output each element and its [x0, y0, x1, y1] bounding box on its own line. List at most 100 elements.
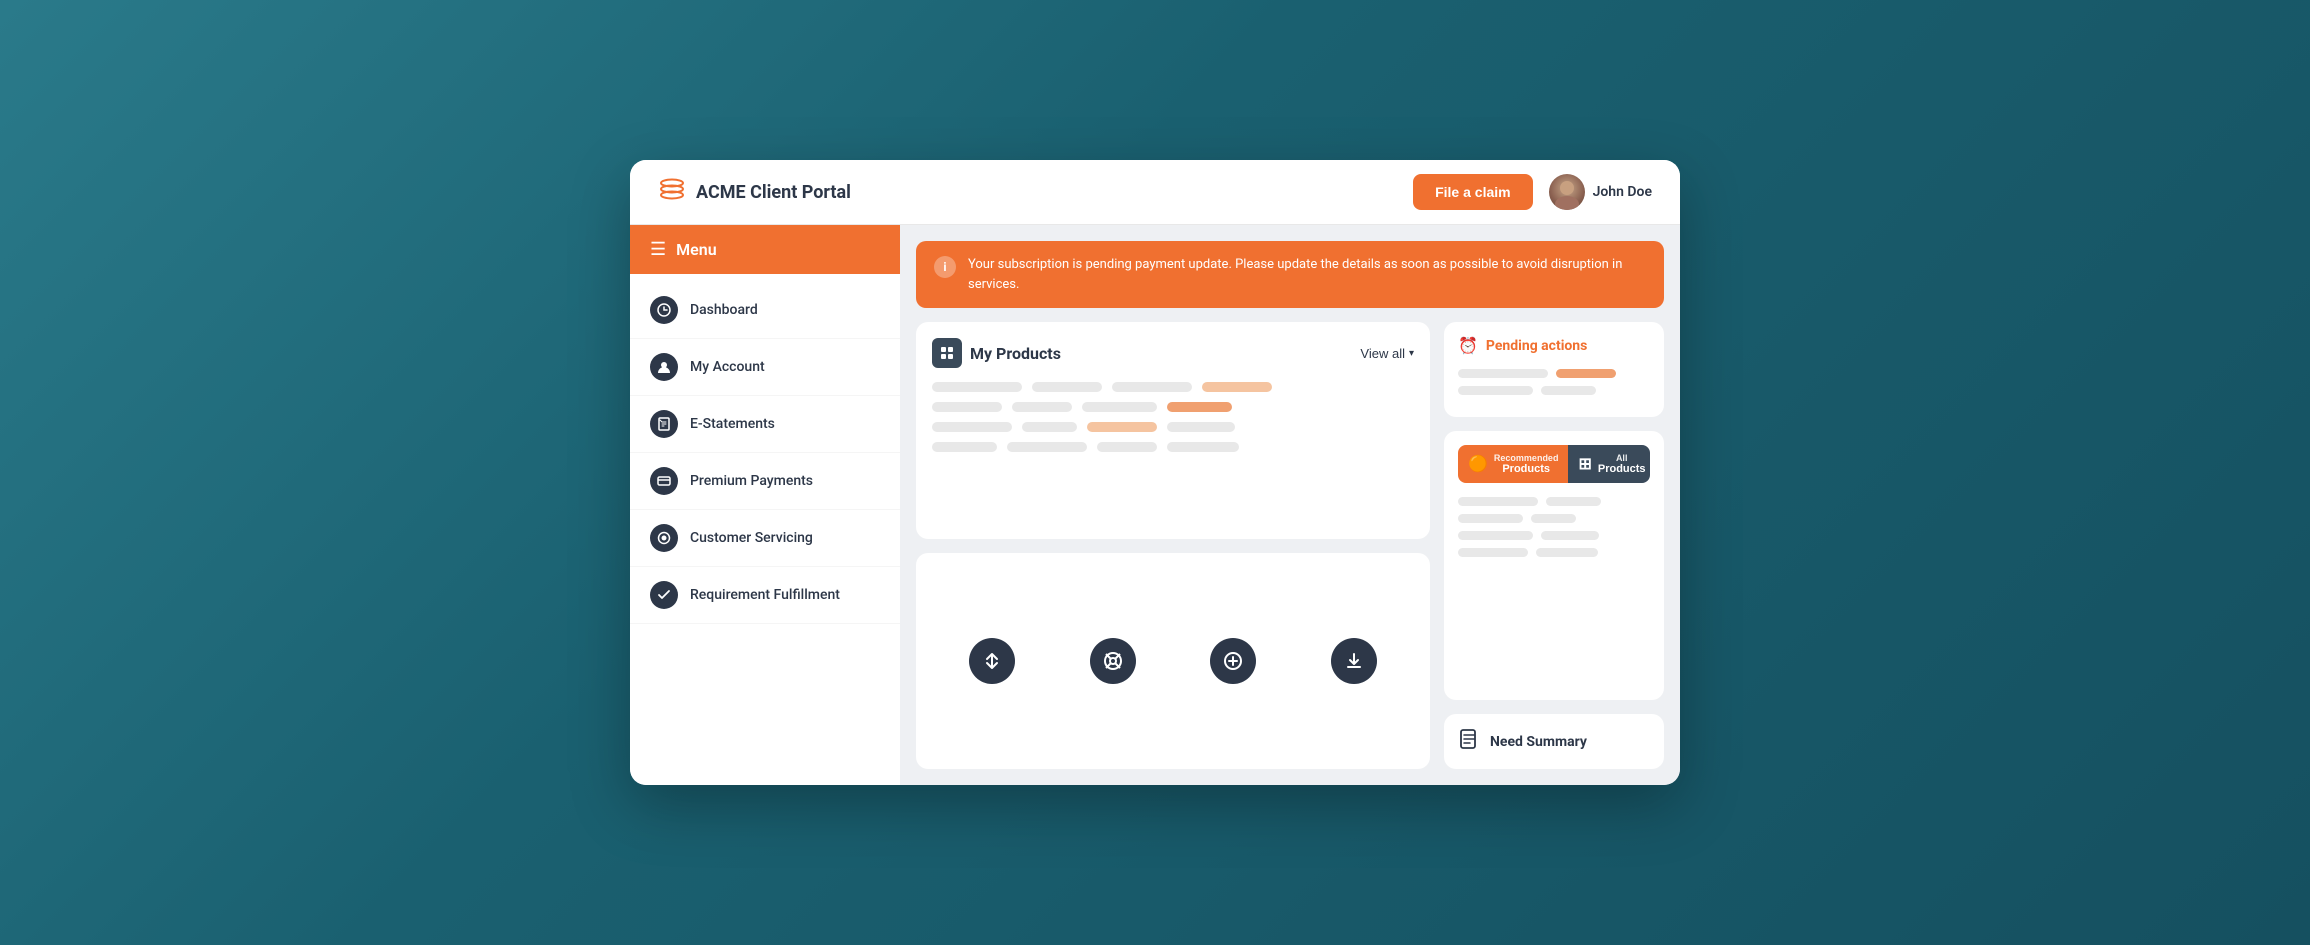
- skeleton-bar: [1546, 497, 1601, 506]
- skeleton-bar: [1458, 514, 1523, 523]
- header: ACME Client Portal File a claim John Doe: [630, 160, 1680, 225]
- action-icons-card: [916, 553, 1430, 770]
- my-products-title: My Products: [970, 344, 1061, 363]
- sidebar-item-premium-payments[interactable]: Premium Payments: [630, 453, 900, 510]
- skeleton-bar: [1458, 548, 1528, 557]
- app-container: ACME Client Portal File a claim John Doe: [630, 160, 1680, 785]
- sidebar-item-e-statements[interactable]: E-Statements: [630, 396, 900, 453]
- pending-actions-title: Pending actions: [1486, 338, 1587, 354]
- skeleton-bar: [1167, 422, 1235, 432]
- sidebar-item-dashboard[interactable]: Dashboard: [630, 282, 900, 339]
- clock-icon: ⏰: [1458, 336, 1478, 355]
- user-name: John Doe: [1593, 184, 1652, 200]
- header-right: File a claim John Doe: [1413, 174, 1652, 210]
- all-products-tab-icon: ⊞: [1578, 454, 1591, 474]
- two-col-row: My Products View all ▾: [916, 322, 1664, 769]
- pending-row-2: [1458, 386, 1650, 395]
- prod-row-2: [1458, 514, 1650, 523]
- sidebar-menu-header[interactable]: ☰ Menu: [630, 225, 900, 274]
- skeleton-bar: [932, 442, 997, 452]
- sidebar-item-label: My Account: [690, 359, 765, 375]
- content-area: i Your subscription is pending payment u…: [900, 225, 1680, 785]
- my-products-header: My Products View all ▾: [932, 338, 1414, 368]
- products-skeletons: [1458, 497, 1650, 557]
- skeleton-bar: [1541, 386, 1596, 395]
- chevron-icon: ▾: [1409, 348, 1414, 359]
- recommended-tab-labels: Recommended Products: [1494, 453, 1559, 475]
- dashboard-icon: [650, 296, 678, 324]
- sidebar-item-label: Dashboard: [690, 302, 758, 318]
- skeleton-bar: [1458, 386, 1533, 395]
- header-left: ACME Client Portal: [658, 175, 851, 209]
- all-products-tab-labels: All Products: [1598, 453, 1646, 475]
- sidebar: ☰ Menu Dashboard: [630, 225, 900, 785]
- skeleton-bar: [932, 422, 1012, 432]
- need-summary-icon: [1458, 728, 1480, 755]
- view-all-button[interactable]: View all ▾: [1360, 346, 1414, 361]
- support-button[interactable]: [1090, 638, 1136, 684]
- download-button[interactable]: [1331, 638, 1377, 684]
- all-products-tab[interactable]: ⊞ All Products: [1568, 445, 1650, 483]
- alert-icon: i: [934, 256, 956, 278]
- products-icon: [932, 338, 962, 368]
- need-summary-card: Need Summary: [1444, 714, 1664, 769]
- skeleton-row-3: [932, 422, 1414, 432]
- recommended-tab-icon: 🟠: [1468, 454, 1488, 474]
- premium-payments-icon: [650, 467, 678, 495]
- skeleton-bar: [1087, 422, 1157, 432]
- skeleton-bar: [932, 382, 1022, 392]
- sidebar-item-requirement-fulfillment[interactable]: Requirement Fulfillment: [630, 567, 900, 624]
- sidebar-item-label: Premium Payments: [690, 473, 813, 489]
- products-tabs: 🟠 Recommended Products ⊞ All P: [1458, 445, 1650, 483]
- sidebar-item-my-account[interactable]: My Account: [630, 339, 900, 396]
- skeleton-row-4: [932, 442, 1414, 452]
- sidebar-nav: Dashboard My Account: [630, 274, 900, 632]
- pending-actions-header: ⏰ Pending actions: [1458, 336, 1650, 355]
- pending-row-1: [1458, 369, 1650, 378]
- skeleton-bar: [1112, 382, 1192, 392]
- skeleton-bar: [932, 402, 1002, 412]
- header-title: ACME Client Portal: [696, 182, 851, 203]
- sidebar-item-label: Customer Servicing: [690, 530, 813, 546]
- right-panel: ⏰ Pending actions: [1444, 322, 1664, 769]
- sidebar-item-label: E-Statements: [690, 416, 775, 432]
- skeleton-row-1: [932, 382, 1414, 392]
- main-layout: ☰ Menu Dashboard: [630, 225, 1680, 785]
- need-summary-title: Need Summary: [1490, 734, 1587, 750]
- my-products-card: My Products View all ▾: [916, 322, 1430, 539]
- user-info: John Doe: [1549, 174, 1652, 210]
- add-button[interactable]: [1210, 638, 1256, 684]
- avatar: [1549, 174, 1585, 210]
- logo-icon: [658, 175, 686, 209]
- skeleton-bar: [1032, 382, 1102, 392]
- skeleton-bar: [1541, 531, 1599, 540]
- avatar-image: [1549, 174, 1585, 210]
- products-card: 🟠 Recommended Products ⊞ All P: [1444, 431, 1664, 700]
- prod-row-1: [1458, 497, 1650, 506]
- menu-label: Menu: [676, 240, 716, 259]
- alert-text: Your subscription is pending payment upd…: [968, 255, 1646, 294]
- requirement-fulfillment-icon: [650, 581, 678, 609]
- skeleton-bar: [1458, 369, 1548, 378]
- skeleton-bar: [1536, 548, 1598, 557]
- skeleton-bar: [1012, 402, 1072, 412]
- my-account-icon: [650, 353, 678, 381]
- file-claim-button[interactable]: File a claim: [1413, 174, 1532, 210]
- skeleton-bar: [1167, 442, 1239, 452]
- skeleton-bar: [1082, 402, 1157, 412]
- e-statements-icon: [650, 410, 678, 438]
- skeleton-bar: [1458, 531, 1533, 540]
- prod-row-4: [1458, 548, 1650, 557]
- transfer-button[interactable]: [969, 638, 1015, 684]
- card-title-area: My Products: [932, 338, 1061, 368]
- menu-icon: ☰: [650, 239, 666, 260]
- skeleton-bar: [1167, 402, 1232, 412]
- customer-servicing-icon: [650, 524, 678, 552]
- skeleton-bar: [1022, 422, 1077, 432]
- skeleton-bar: [1202, 382, 1272, 392]
- sidebar-item-customer-servicing[interactable]: Customer Servicing: [630, 510, 900, 567]
- alert-banner: i Your subscription is pending payment u…: [916, 241, 1664, 308]
- skeleton-bar: [1097, 442, 1157, 452]
- recommended-tab[interactable]: 🟠 Recommended Products: [1458, 445, 1568, 483]
- prod-row-3: [1458, 531, 1650, 540]
